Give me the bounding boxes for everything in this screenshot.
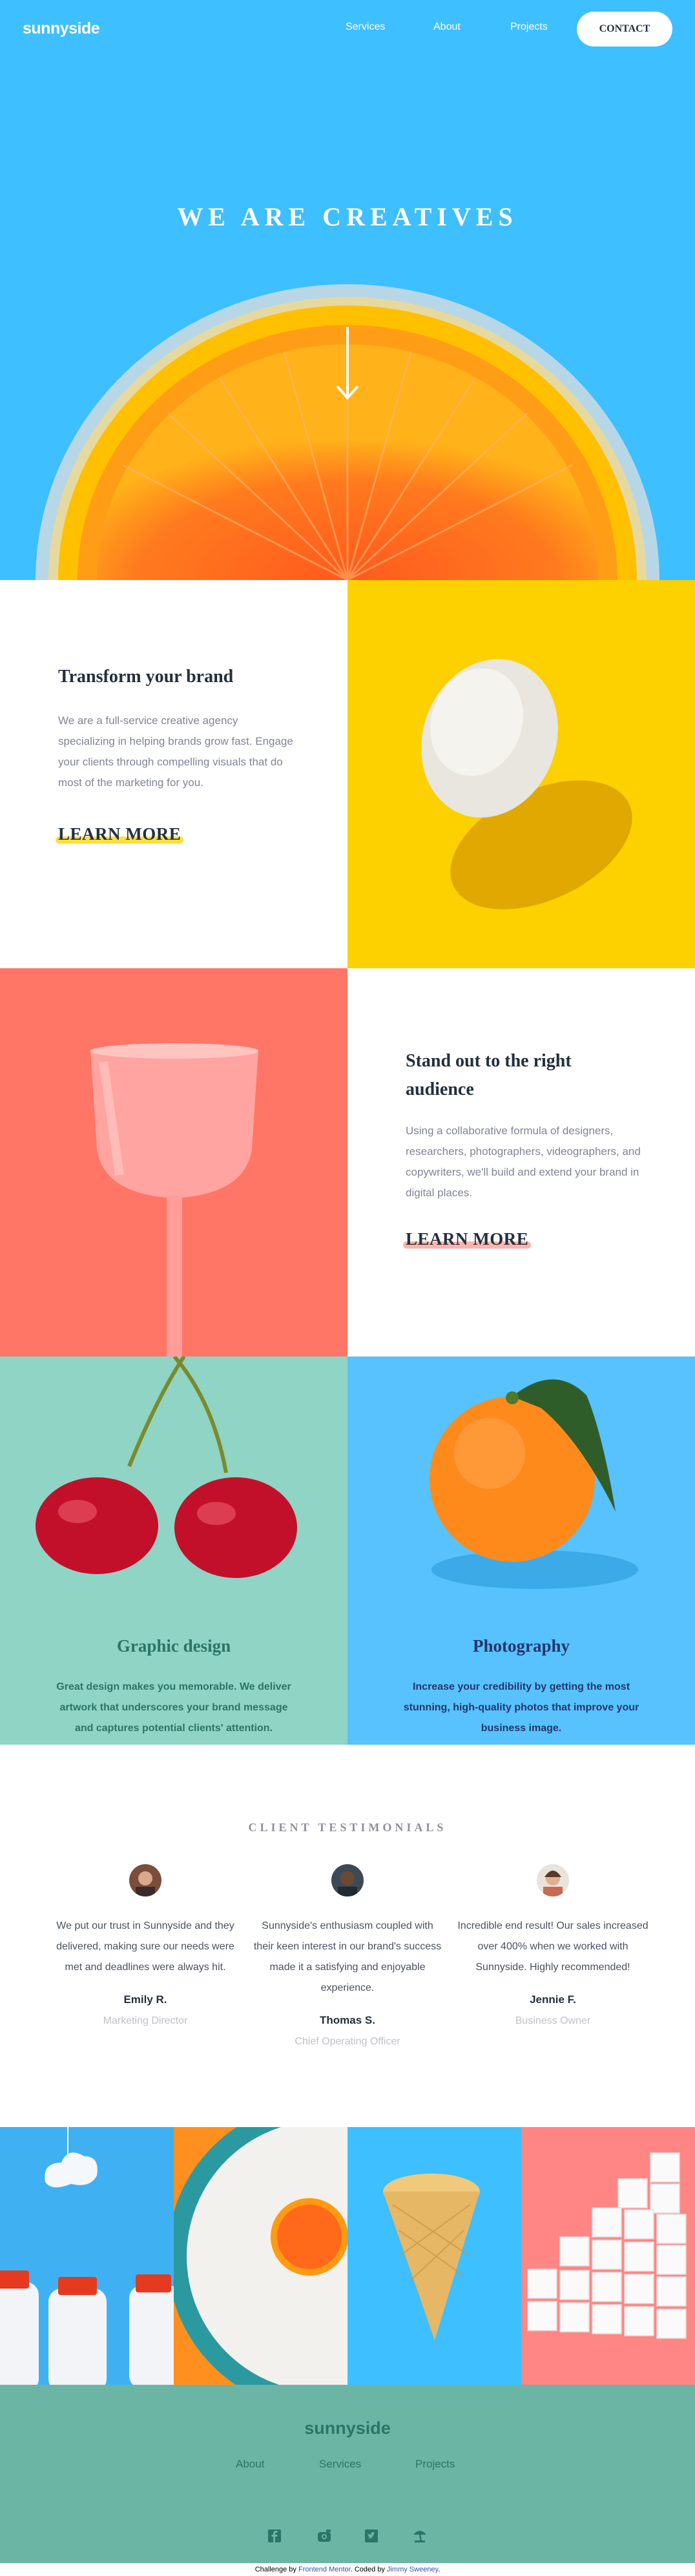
feature-title: Stand out to the right audience (406, 1051, 572, 1099)
testimonial-quote: Sunnyside's enthusiasm coupled with thei… (253, 1920, 442, 1993)
gallery (0, 2127, 695, 2385)
service-photography: Photography Increase your credibility by… (348, 1356, 695, 1745)
gallery-orange-plate (174, 2127, 348, 2385)
learn-more-label: LEARN MORE (58, 824, 182, 844)
footer-link-about[interactable]: About (236, 2458, 264, 2471)
site-logo[interactable]: sunnyside (23, 19, 100, 38)
testimonial-quote: We put our trust in Sunnyside and they d… (56, 1920, 234, 1973)
pinterest-icon[interactable] (412, 2529, 428, 2542)
orange-image (430, 1379, 638, 1589)
attribution-prefix: Challenge by (254, 2566, 296, 2573)
hero-section: sunnyside Services About Projects CONTAC… (0, 0, 695, 580)
testimonial-role: Business Owner (515, 2015, 591, 2026)
gallery-ice-cream-cone (348, 2127, 521, 2385)
cherries-image (36, 1356, 297, 1578)
feature-title: Transform your brand (58, 667, 234, 687)
feature-row-audience: Stand out to the right audience Using a … (0, 968, 695, 1356)
testimonial-card: Incredible end result! Our sales increas… (456, 1864, 650, 2027)
author-link[interactable]: Jimmy Sweeney (387, 2566, 438, 2573)
contact-button[interactable]: CONTACT (577, 12, 672, 47)
testimonial-role: Marketing Director (103, 2015, 188, 2026)
feature-text-audience: Stand out to the right audience Using a … (348, 968, 695, 1356)
glass-image (0, 968, 348, 1356)
attribution-suffix: . (438, 2566, 441, 2573)
feature-row-brand: Transform your brand We are a full-servi… (0, 580, 695, 968)
learn-more-link[interactable]: LEARN MORE (403, 1229, 532, 1249)
testimonial-card: We put our trust in Sunnyside and they d… (48, 1864, 242, 2027)
attribution-mid: . Coded by (350, 2566, 385, 2573)
footer-logo[interactable]: sunnyside (0, 2418, 695, 2438)
gallery-milk-bottles (0, 2127, 174, 2385)
services-row: Graphic design Great design makes you me… (0, 1356, 695, 1745)
avatar (331, 1864, 364, 1896)
egg-image (348, 580, 695, 968)
gallery-sugar-cubes (521, 2127, 695, 2385)
nav-link-services[interactable]: Services (346, 21, 385, 33)
nav-link-about[interactable]: About (433, 21, 461, 33)
instagram-icon[interactable] (317, 2529, 331, 2542)
testimonial-role: Chief Operating Officer (295, 2036, 400, 2047)
avatar (129, 1864, 161, 1896)
hero-title: WE ARE CREATIVES (177, 202, 518, 231)
testimonial-quote: Incredible end result! Our sales increas… (457, 1920, 648, 1973)
service-body: Increase your credibility by getting the… (403, 1681, 639, 1734)
testimonials-heading: CLIENT TESTIMONIALS (248, 1821, 447, 1834)
nav-link-projects[interactable]: Projects (510, 21, 548, 33)
service-title: Graphic design (116, 1636, 231, 1656)
feature-text-brand: Transform your brand We are a full-servi… (0, 580, 348, 968)
testimonial-name: Emily R. (123, 1993, 167, 2006)
learn-more-label: LEARN MORE (406, 1229, 529, 1249)
main-nav: sunnyside Services About Projects CONTAC… (0, 0, 695, 58)
feature-body: We are a full-service creative agency sp… (58, 714, 293, 789)
frontend-mentor-link[interactable]: Frontend Mentor (298, 2566, 351, 2573)
testimonial-card: Sunnyside's enthusiasm coupled with thei… (251, 1864, 444, 2048)
attribution: Challenge by Frontend Mentor. Coded by J… (0, 2563, 695, 2576)
service-title: Photography (472, 1636, 570, 1656)
testimonial-name: Thomas S. (320, 2014, 375, 2026)
twitter-icon[interactable] (365, 2529, 378, 2542)
testimonials-section: CLIENT TESTIMONIALS We put our trust in … (0, 1745, 695, 2127)
service-body: Great design makes you memorable. We del… (56, 1681, 291, 1734)
footer-link-projects[interactable]: Projects (415, 2458, 455, 2471)
service-graphic-design: Graphic design Great design makes you me… (0, 1356, 348, 1745)
learn-more-link[interactable]: LEARN MORE (56, 824, 184, 844)
arrow-down-icon[interactable] (335, 327, 360, 400)
facebook-icon[interactable] (268, 2529, 281, 2542)
feature-body: Using a collaborative formula of designe… (406, 1125, 641, 1199)
avatar (537, 1864, 569, 1896)
footer-link-services[interactable]: Services (319, 2458, 361, 2471)
site-footer: sunnyside About Services Projects (0, 2385, 695, 2563)
testimonial-name: Jennie F. (530, 1993, 576, 2006)
